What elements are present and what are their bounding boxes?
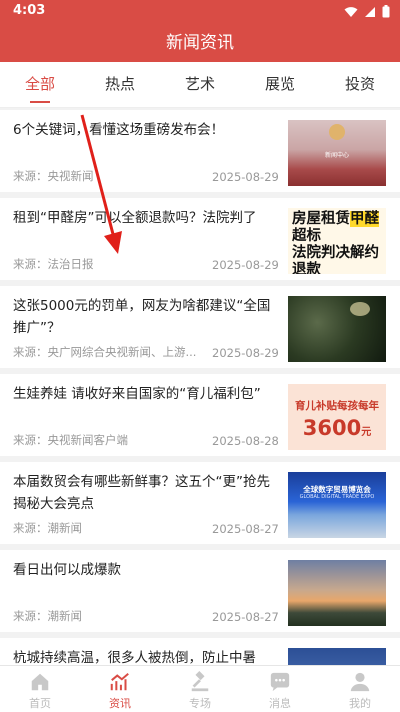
news-title: 6个关键词，看懂这场重磅发布会！ (13, 122, 225, 138)
news-feed[interactable]: 6个关键词，看懂这场重磅发布会！ 来源：央视新闻 2025-08-29 新闻中心… (0, 110, 400, 665)
home-icon (31, 673, 49, 691)
emblem-icon (329, 124, 345, 140)
news-title: 看日出何以成爆款 (13, 562, 121, 578)
page-title: 新闻资讯 (166, 33, 234, 53)
news-source: 来源：央视新闻客户端 (13, 433, 128, 447)
news-item[interactable]: 本届数贸会有哪些新鲜事？这五个“更”抢先揭秘大会亮点 来源：潮新闻 2025-0… (0, 462, 400, 544)
category-tabs: 全部 热点 艺术 展览 投资 (0, 62, 400, 108)
news-item[interactable]: 杭城持续高温，很多人被热倒，防止中暑 (0, 638, 400, 665)
status-time: 4:03 (13, 3, 46, 18)
news-item[interactable]: 这张5000元的罚单，网友为啥都建议“全国推广”？ 来源：央广网综合央视新闻、上… (0, 286, 400, 368)
news-title: 这张5000元的罚单，网友为啥都建议“全国推广”？ (13, 298, 271, 336)
news-title: 杭城持续高温，很多人被热倒，防止中暑 (13, 650, 256, 665)
tab-investment[interactable]: 投资 (320, 62, 400, 107)
news-thumbnail: 全球数字贸易博览会 GLOBAL DIGITAL TRADE EXPO (288, 472, 386, 538)
gavel-icon (191, 671, 209, 692)
news-date: 2025-08-28 (212, 434, 279, 448)
tab-all[interactable]: 全部 (0, 62, 80, 107)
news-thumbnail (288, 296, 386, 362)
news-item[interactable]: 生娃养娃 请收好来自国家的“育儿福利包” 来源：央视新闻客户端 2025-08-… (0, 374, 400, 456)
tab-art[interactable]: 艺术 (160, 62, 240, 107)
message-icon (270, 672, 290, 692)
person-icon (350, 672, 370, 692)
news-item[interactable]: 6个关键词，看懂这场重磅发布会！ 来源：央视新闻 2025-08-29 新闻中心 (0, 110, 400, 192)
news-title: 本届数贸会有哪些新鲜事？这五个“更”抢先揭秘大会亮点 (13, 474, 270, 512)
thumbnail-number: 3600 (302, 416, 362, 440)
news-source: 来源：潮新闻 (13, 521, 82, 535)
nav-news[interactable]: 资讯 (80, 666, 160, 712)
news-source: 来源：央视新闻 (13, 169, 94, 183)
thumbnail-text: 法院判决解约 (292, 245, 379, 261)
thumbnail-amount: 3600元 (291, 416, 383, 440)
news-thumbnail: 房屋租赁甲醛 超标 法院判决解约 退款 (288, 208, 386, 274)
nav-label: 首页 (29, 697, 51, 710)
thumbnail-text: 育儿补贴每孩每年 (295, 400, 379, 412)
news-date: 2025-08-27 (212, 610, 279, 624)
news-trend-icon (110, 672, 129, 691)
news-thumbnail: 新闻中心 (288, 120, 386, 186)
news-source: 来源：法治日报 (13, 257, 94, 271)
app-bar: 新闻资讯 (0, 24, 400, 62)
news-date: 2025-08-29 (212, 170, 279, 184)
thumbnail-unit: 元 (361, 427, 372, 438)
battery-icon (382, 5, 390, 18)
nav-label: 专场 (189, 697, 211, 710)
thumbnail-text: 房屋租赁 (292, 211, 350, 227)
thumbnail-text: 退款 (292, 262, 321, 274)
news-thumbnail (288, 648, 386, 665)
thumbnail-text: 超标 (292, 228, 321, 244)
news-title: 生娃养娃 请收好来自国家的“育儿福利包” (13, 386, 261, 402)
nav-label: 消息 (269, 697, 291, 710)
status-bar: 4:03 (0, 0, 400, 24)
nav-special[interactable]: 专场 (160, 666, 240, 712)
nav-label: 资讯 (109, 697, 131, 710)
news-title: 租到“甲醛房”可以全额退款吗？法院判了 (13, 210, 257, 226)
nav-profile[interactable]: 我的 (320, 666, 400, 712)
signal-icon (365, 6, 375, 17)
news-source: 来源：央广网综合央视新闻、上游... (13, 345, 197, 359)
news-date: 2025-08-29 (212, 258, 279, 272)
news-item[interactable]: 租到“甲醛房”可以全额退款吗？法院判了 来源：法治日报 2025-08-29 房… (0, 198, 400, 280)
news-thumbnail (288, 560, 386, 626)
bottom-nav: 首页 资讯 专场 消息 我的 (0, 665, 400, 712)
thumbnail-caption: 新闻中心 (324, 152, 349, 159)
tab-exhibition[interactable]: 展览 (240, 62, 320, 107)
nav-label: 我的 (349, 697, 371, 710)
thumbnail-text: GLOBAL DIGITAL TRADE EXPO (299, 494, 375, 500)
nav-home[interactable]: 首页 (0, 666, 80, 712)
news-thumbnail: 育儿补贴每孩每年 3600元 (288, 384, 386, 450)
news-date: 2025-08-29 (212, 346, 279, 360)
wifi-icon (344, 6, 358, 17)
thumbnail-photo (350, 302, 370, 316)
nav-messages[interactable]: 消息 (240, 666, 320, 712)
news-source: 来源：潮新闻 (13, 609, 82, 623)
news-item[interactable]: 看日出何以成爆款 来源：潮新闻 2025-08-27 (0, 550, 400, 632)
thumbnail-highlight: 甲醛 (350, 211, 379, 227)
status-icons (344, 5, 390, 18)
tab-hot[interactable]: 热点 (80, 62, 160, 107)
news-date: 2025-08-27 (212, 522, 279, 536)
